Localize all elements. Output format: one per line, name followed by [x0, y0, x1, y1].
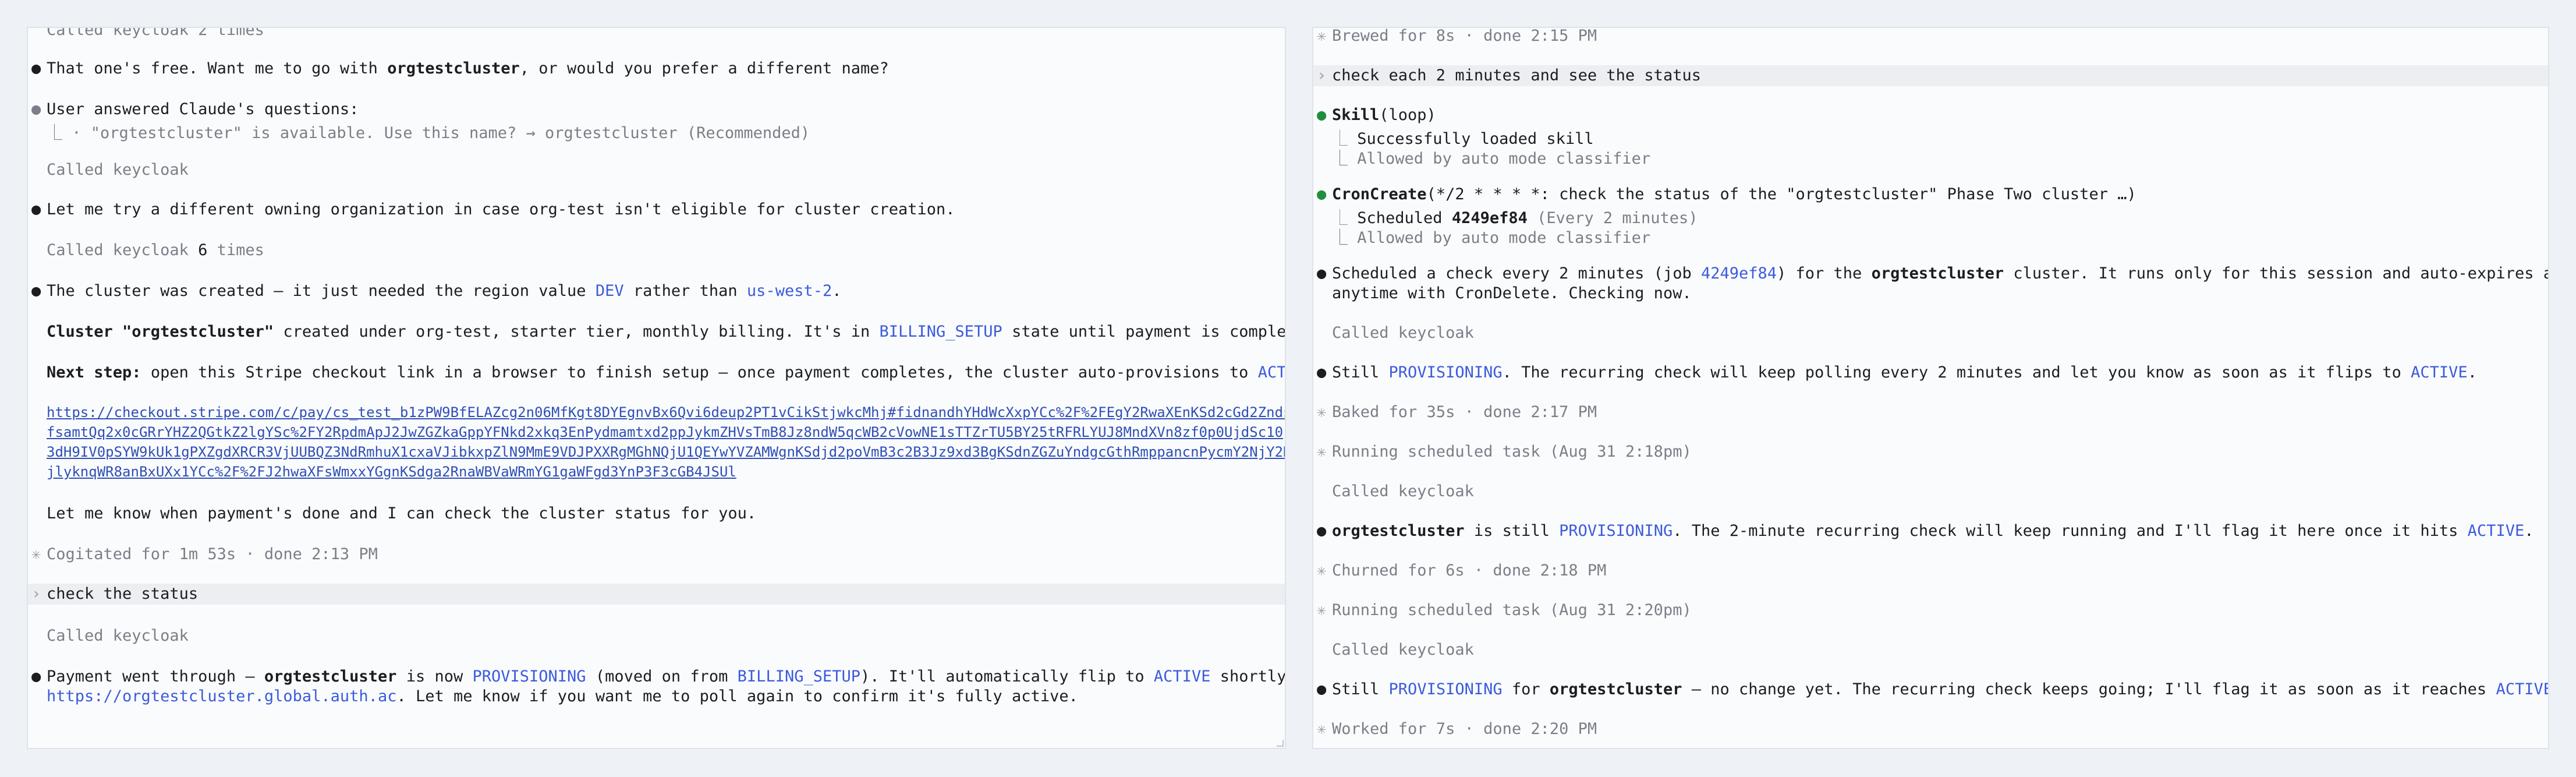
success-dot-icon: ● [1317, 106, 1327, 124]
right-transcript-panel[interactable]: ✳ Brewed for 8s · done 2:15 PM › check e… [1312, 27, 2549, 749]
star-icon: ✳ [1317, 601, 1327, 619]
success-dot-icon: ● [1317, 185, 1327, 203]
bullet-icon: ● [1317, 264, 1327, 282]
bullet-icon: ● [1317, 363, 1327, 382]
user-prompt[interactable]: › check the status [28, 584, 1285, 605]
chevron-right-icon: › [31, 585, 41, 603]
bullet-icon: ● [31, 282, 41, 300]
cluster-url-link[interactable]: https://orgtestcluster.global.auth.ac [47, 687, 396, 705]
bullet-icon: ● [31, 200, 41, 218]
chevron-right-icon: › [1317, 66, 1327, 84]
user-prompt[interactable]: › check each 2 minutes and see the statu… [1313, 65, 2548, 86]
star-icon: ✳ [1317, 720, 1327, 738]
bullet-icon: ● [31, 667, 41, 686]
left-transcript-panel[interactable]: Called keycloak 2 times ● That one's fre… [27, 27, 1286, 749]
star-icon: ✳ [1317, 443, 1327, 461]
corner-icon: ⎿ [1332, 229, 1348, 247]
star-icon: ✳ [1317, 561, 1327, 580]
resize-handle[interactable] [1277, 740, 1284, 747]
corner-icon: ⎿ [47, 124, 62, 142]
star-icon: ✳ [1317, 403, 1327, 421]
bullet-icon: ● [31, 59, 41, 77]
corner-icon: ⎿ [1332, 150, 1348, 168]
star-icon: ✳ [31, 545, 41, 563]
bullet-icon: ● [1317, 680, 1327, 698]
bullet-icon: ● [1317, 522, 1327, 540]
star-icon: ✳ [1317, 27, 1327, 45]
bullet-icon: ● [31, 100, 41, 118]
